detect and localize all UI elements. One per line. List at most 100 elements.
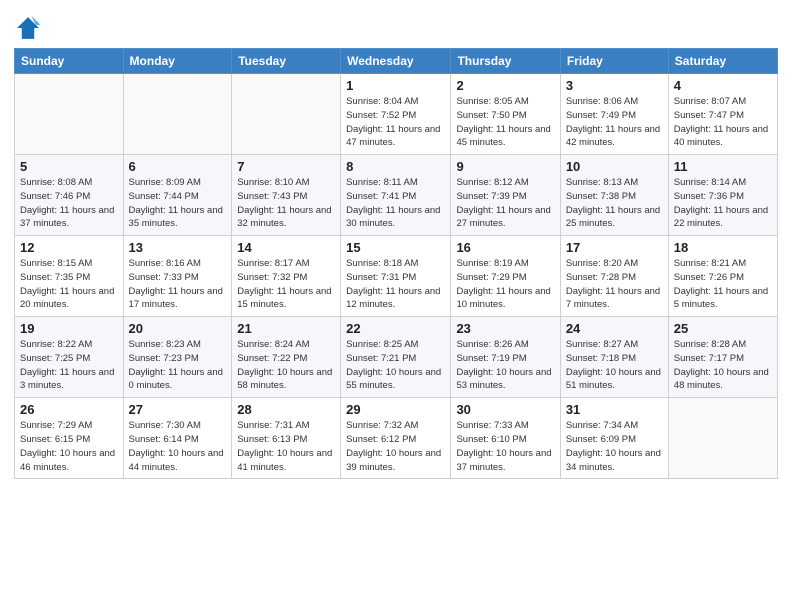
day-info: Sunrise: 8:26 AM Sunset: 7:19 PM Dayligh…: [456, 338, 554, 393]
weekday-header-row: SundayMondayTuesdayWednesdayThursdayFrid…: [15, 49, 778, 74]
calendar-cell: 31 Sunrise: 7:34 AM Sunset: 6:09 PM Dayli…: [560, 398, 668, 479]
day-info: Sunrise: 8:06 AM Sunset: 7:49 PM Dayligh…: [566, 95, 663, 150]
day-info: Sunrise: 8:13 AM Sunset: 7:38 PM Dayligh…: [566, 176, 663, 231]
day-info: Sunrise: 8:05 AM Sunset: 7:50 PM Dayligh…: [456, 95, 554, 150]
day-info: Sunrise: 8:24 AM Sunset: 7:22 PM Dayligh…: [237, 338, 335, 393]
day-info: Sunrise: 8:09 AM Sunset: 7:44 PM Dayligh…: [129, 176, 227, 231]
day-number: 19: [20, 321, 118, 336]
day-number: 7: [237, 159, 335, 174]
day-number: 29: [346, 402, 445, 417]
day-info: Sunrise: 8:28 AM Sunset: 7:17 PM Dayligh…: [674, 338, 772, 393]
calendar-cell: 11Sunrise: 8:14 AM Sunset: 7:36 PM Dayli…: [668, 155, 777, 236]
weekday-header-monday: Monday: [123, 49, 232, 74]
weekday-header-sunday: Sunday: [15, 49, 124, 74]
day-info: Sunrise: 8:16 AM Sunset: 7:33 PM Dayligh…: [129, 257, 227, 312]
calendar-cell: [232, 74, 341, 155]
calendar-cell: 26 Sunrise: 7:29 AM Sunset: 6:15 PM Dayli…: [15, 398, 124, 479]
day-number: 15: [346, 240, 445, 255]
day-number: 6: [129, 159, 227, 174]
week-row-3: 12 Sunrise: 8:15 AM Sunset: 7:35 PM Dayli…: [15, 236, 778, 317]
page: SundayMondayTuesdayWednesdayThursdayFrid…: [0, 0, 792, 612]
day-number: 30: [456, 402, 554, 417]
day-info: Sunrise: 8:27 AM Sunset: 7:18 PM Dayligh…: [566, 338, 663, 393]
weekday-header-friday: Friday: [560, 49, 668, 74]
day-info: Sunrise: 8:19 AM Sunset: 7:29 PM Dayligh…: [456, 257, 554, 312]
day-number: 23: [456, 321, 554, 336]
day-number: 25: [674, 321, 772, 336]
day-number: 8: [346, 159, 445, 174]
logo: [14, 14, 46, 42]
day-info: Sunrise: 7:33 AM Sunset: 6:10 PM Dayligh…: [456, 419, 554, 474]
day-info: Sunrise: 8:04 AM Sunset: 7:52 PM Dayligh…: [346, 95, 445, 150]
day-number: 21: [237, 321, 335, 336]
day-info: Sunrise: 7:32 AM Sunset: 6:12 PM Dayligh…: [346, 419, 445, 474]
calendar-cell: 9Sunrise: 8:12 AM Sunset: 7:39 PM Daylig…: [451, 155, 560, 236]
day-number: 27: [129, 402, 227, 417]
logo-icon: [14, 14, 42, 42]
calendar-cell: 6 Sunrise: 8:09 AM Sunset: 7:44 PM Daylig…: [123, 155, 232, 236]
weekday-header-wednesday: Wednesday: [341, 49, 451, 74]
weekday-header-saturday: Saturday: [668, 49, 777, 74]
calendar-cell: 19 Sunrise: 8:22 AM Sunset: 7:25 PM Dayli…: [15, 317, 124, 398]
calendar-cell: [123, 74, 232, 155]
day-info: Sunrise: 7:29 AM Sunset: 6:15 PM Dayligh…: [20, 419, 118, 474]
day-number: 13: [129, 240, 227, 255]
weekday-header-tuesday: Tuesday: [232, 49, 341, 74]
day-number: 20: [129, 321, 227, 336]
day-info: Sunrise: 8:21 AM Sunset: 7:26 PM Dayligh…: [674, 257, 772, 312]
calendar-cell: 29 Sunrise: 7:32 AM Sunset: 6:12 PM Dayli…: [341, 398, 451, 479]
calendar-cell: 13 Sunrise: 8:16 AM Sunset: 7:33 PM Dayli…: [123, 236, 232, 317]
calendar-cell: 3 Sunrise: 8:06 AM Sunset: 7:49 PM Daylig…: [560, 74, 668, 155]
calendar-cell: 24 Sunrise: 8:27 AM Sunset: 7:18 PM Dayli…: [560, 317, 668, 398]
day-number: 18: [674, 240, 772, 255]
day-number: 28: [237, 402, 335, 417]
calendar: SundayMondayTuesdayWednesdayThursdayFrid…: [14, 48, 778, 479]
calendar-cell: [668, 398, 777, 479]
day-info: Sunrise: 7:34 AM Sunset: 6:09 PM Dayligh…: [566, 419, 663, 474]
calendar-cell: 16 Sunrise: 8:19 AM Sunset: 7:29 PM Dayli…: [451, 236, 560, 317]
calendar-cell: 4Sunrise: 8:07 AM Sunset: 7:47 PM Daylig…: [668, 74, 777, 155]
day-info: Sunrise: 8:07 AM Sunset: 7:47 PM Dayligh…: [674, 95, 772, 150]
day-number: 10: [566, 159, 663, 174]
week-row-4: 19 Sunrise: 8:22 AM Sunset: 7:25 PM Dayli…: [15, 317, 778, 398]
day-number: 1: [346, 78, 445, 93]
week-row-5: 26 Sunrise: 7:29 AM Sunset: 6:15 PM Dayli…: [15, 398, 778, 479]
calendar-cell: 15 Sunrise: 8:18 AM Sunset: 7:31 PM Dayli…: [341, 236, 451, 317]
calendar-cell: 18 Sunrise: 8:21 AM Sunset: 7:26 PM Dayli…: [668, 236, 777, 317]
calendar-cell: 1 Sunrise: 8:04 AM Sunset: 7:52 PM Daylig…: [341, 74, 451, 155]
calendar-cell: 7 Sunrise: 8:10 AM Sunset: 7:43 PM Daylig…: [232, 155, 341, 236]
day-info: Sunrise: 8:10 AM Sunset: 7:43 PM Dayligh…: [237, 176, 335, 231]
calendar-cell: 5Sunrise: 8:08 AM Sunset: 7:46 PM Daylig…: [15, 155, 124, 236]
weekday-header-thursday: Thursday: [451, 49, 560, 74]
day-info: Sunrise: 8:14 AM Sunset: 7:36 PM Dayligh…: [674, 176, 772, 231]
day-info: Sunrise: 8:15 AM Sunset: 7:35 PM Dayligh…: [20, 257, 118, 312]
day-number: 24: [566, 321, 663, 336]
day-number: 3: [566, 78, 663, 93]
day-number: 31: [566, 402, 663, 417]
day-number: 9: [456, 159, 554, 174]
calendar-cell: 10 Sunrise: 8:13 AM Sunset: 7:38 PM Dayli…: [560, 155, 668, 236]
day-number: 16: [456, 240, 554, 255]
day-info: Sunrise: 8:18 AM Sunset: 7:31 PM Dayligh…: [346, 257, 445, 312]
calendar-cell: 12 Sunrise: 8:15 AM Sunset: 7:35 PM Dayli…: [15, 236, 124, 317]
calendar-cell: 27 Sunrise: 7:30 AM Sunset: 6:14 PM Dayli…: [123, 398, 232, 479]
day-number: 2: [456, 78, 554, 93]
day-info: Sunrise: 8:11 AM Sunset: 7:41 PM Dayligh…: [346, 176, 445, 231]
day-info: Sunrise: 8:22 AM Sunset: 7:25 PM Dayligh…: [20, 338, 118, 393]
calendar-cell: 30 Sunrise: 7:33 AM Sunset: 6:10 PM Dayli…: [451, 398, 560, 479]
day-number: 22: [346, 321, 445, 336]
calendar-cell: 22Sunrise: 8:25 AM Sunset: 7:21 PM Dayli…: [341, 317, 451, 398]
calendar-cell: 23 Sunrise: 8:26 AM Sunset: 7:19 PM Dayli…: [451, 317, 560, 398]
day-info: Sunrise: 7:30 AM Sunset: 6:14 PM Dayligh…: [129, 419, 227, 474]
calendar-cell: 20 Sunrise: 8:23 AM Sunset: 7:23 PM Dayli…: [123, 317, 232, 398]
day-info: Sunrise: 8:23 AM Sunset: 7:23 PM Dayligh…: [129, 338, 227, 393]
calendar-cell: 28 Sunrise: 7:31 AM Sunset: 6:13 PM Dayli…: [232, 398, 341, 479]
day-number: 26: [20, 402, 118, 417]
week-row-1: 1 Sunrise: 8:04 AM Sunset: 7:52 PM Daylig…: [15, 74, 778, 155]
day-info: Sunrise: 7:31 AM Sunset: 6:13 PM Dayligh…: [237, 419, 335, 474]
day-number: 12: [20, 240, 118, 255]
header: [14, 10, 778, 42]
calendar-cell: 2 Sunrise: 8:05 AM Sunset: 7:50 PM Daylig…: [451, 74, 560, 155]
calendar-cell: 17Sunrise: 8:20 AM Sunset: 7:28 PM Dayli…: [560, 236, 668, 317]
week-row-2: 5Sunrise: 8:08 AM Sunset: 7:46 PM Daylig…: [15, 155, 778, 236]
